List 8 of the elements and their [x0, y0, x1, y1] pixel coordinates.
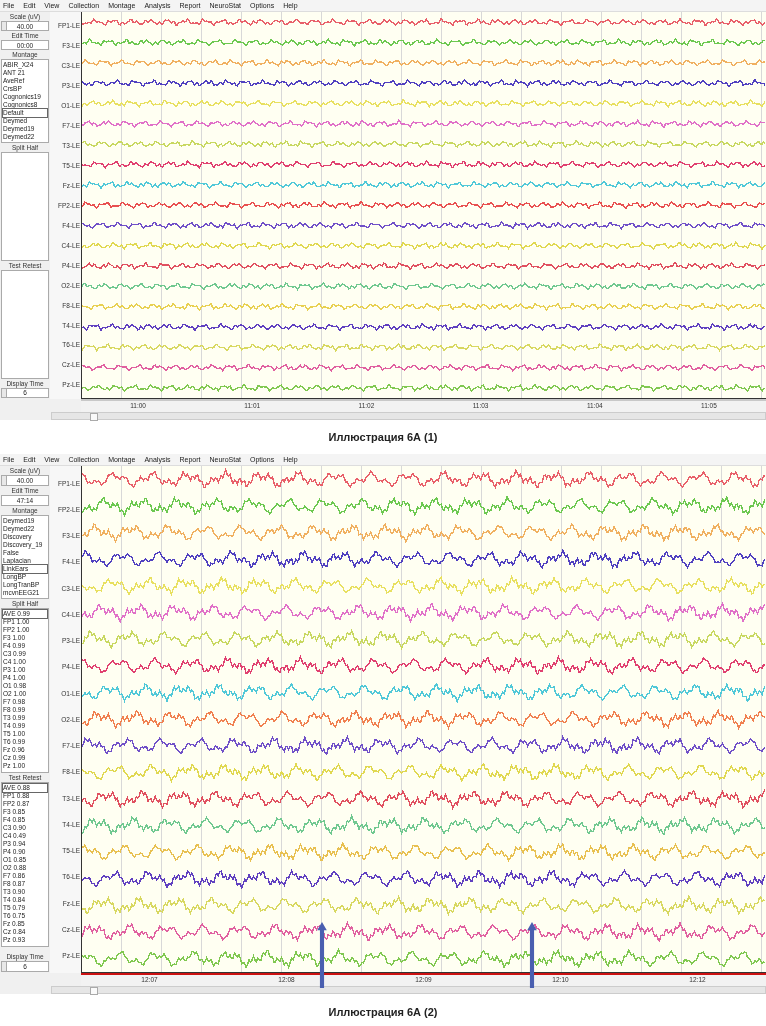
list-box[interactable] [1, 270, 49, 379]
scroll-bar[interactable] [51, 412, 766, 420]
figure-caption: Иллюстрация 6А (1) [328, 430, 438, 445]
arrow-icon [525, 922, 539, 988]
figure-caption: Иллюстрация 6А (2) [328, 1005, 438, 1020]
arrow-icon [315, 922, 329, 988]
list-box[interactable] [1, 152, 49, 262]
scroll-bar[interactable] [51, 986, 766, 994]
